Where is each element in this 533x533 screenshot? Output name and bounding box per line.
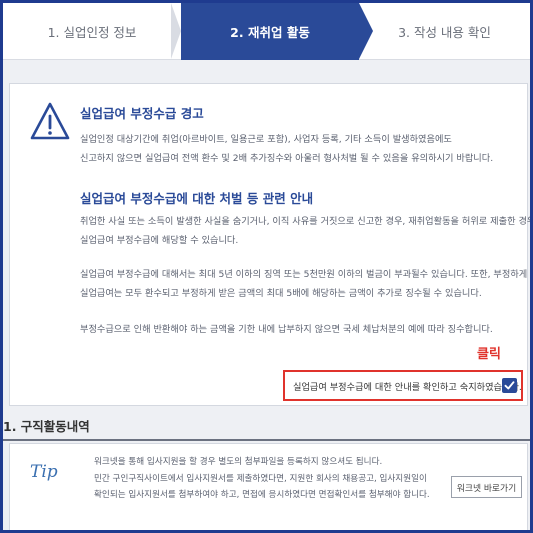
confirm-agreement-checkbox[interactable] bbox=[502, 378, 517, 393]
penalty-paragraph-1: 취업한 사실 또는 소득이 발생한 사실을 숨기거나, 이직 사유를 거짓으로 … bbox=[80, 212, 533, 250]
step-1-unemployment-info: 1. 실업인정 정보 bbox=[47, 25, 137, 40]
confirm-agreement-label[interactable]: 실업급여 부정수급에 대한 안내를 확인하고 숙지하였습니다. bbox=[293, 379, 522, 393]
tip-line-3: 확인되는 입사지원서를 첨부하여야 하고, 면접에 응시하였다면 면접확인서를 … bbox=[94, 490, 430, 500]
click-annotation: 클릭 bbox=[477, 347, 501, 362]
confirm-agreement-row[interactable]: 실업급여 부정수급에 대한 안내를 확인하고 숙지하였습니다. bbox=[283, 370, 523, 401]
tip-icon: Tip bbox=[30, 462, 58, 482]
penalty-paragraph-2: 실업급여 부정수급에 대해서는 최대 5년 이하의 징역 또는 5천만원 이하의… bbox=[80, 265, 533, 303]
tip-line-1: 워크넷을 통해 입사지원을 할 경우 별도의 첨부파일을 등록하지 않으셔도 됩… bbox=[94, 457, 383, 467]
worknet-shortcut-button[interactable]: 워크넷 바로가기 bbox=[451, 476, 522, 498]
penalty-paragraph-3: 부정수급으로 인해 반환해야 하는 금액을 기한 내에 납부하지 않으면 국세 … bbox=[80, 324, 493, 335]
step-3-confirm-content: 3. 작성 내용 확인 bbox=[398, 25, 491, 40]
page-frame: 1. 실업인정 정보 2. 재취업 활동 3. 작성 내용 확인 실업급여 부정… bbox=[0, 0, 533, 533]
tip-card: Tip 워크넷을 통해 입사지원을 할 경우 별도의 첨부파일을 등록하지 않으… bbox=[9, 443, 528, 530]
penalty-p2-line-2: 실업급여는 모두 환수되고 부정하게 받은 금액의 최대 5배에 해당하는 금액… bbox=[80, 288, 482, 299]
step-1-arrow bbox=[171, 3, 181, 59]
penalty-p1-line-1: 취업한 사실 또는 소득이 발생한 사실을 숨기거나, 이직 사유를 거짓으로 … bbox=[80, 216, 533, 227]
warning-body-line-2: 신고하지 않으면 실업급여 전액 환수 및 2배 추가징수와 아울러 형사처벌 … bbox=[80, 153, 494, 164]
tip-line-2: 민간 구인구직사이트에서 입사지원서를 제출하였다면, 지원한 회사의 채용공고… bbox=[94, 473, 427, 484]
step-indicator: 1. 실업인정 정보 2. 재취업 활동 3. 작성 내용 확인 bbox=[3, 3, 530, 60]
warning-body: 실업인정 대상기간에 취업(아르바이트, 일용근로 포함), 사업자 등록, 기… bbox=[80, 130, 493, 168]
checkmark-icon bbox=[504, 381, 515, 390]
tip-text: 워크넷을 통해 입사지원을 할 경우 별도의 첨부파일을 등록하지 않으셔도 됩… bbox=[94, 454, 430, 504]
penalty-title: 실업급여 부정수급에 대한 처벌 등 관련 안내 bbox=[80, 191, 314, 206]
job-search-history-title: 1. 구직활동내역 bbox=[3, 419, 90, 434]
warning-icon bbox=[30, 102, 70, 140]
fraud-warning-card: 실업급여 부정수급 경고 실업인정 대상기간에 취업(아르바이트, 일용근로 포… bbox=[9, 83, 530, 406]
warning-title: 실업급여 부정수급 경고 bbox=[80, 106, 204, 121]
warning-body-line-1: 실업인정 대상기간에 취업(아르바이트, 일용근로 포함), 사업자 등록, 기… bbox=[80, 134, 452, 145]
section-divider bbox=[3, 439, 530, 441]
penalty-p1-line-2: 실업급여 부정수급에 해당할 수 있습니다. bbox=[80, 235, 239, 246]
step-2-reemployment-activity: 2. 재취업 활동 bbox=[181, 3, 359, 60]
penalty-p2-line-1: 실업급여 부정수급에 대해서는 최대 5년 이하의 징역 또는 5천만원 이하의… bbox=[80, 269, 533, 280]
